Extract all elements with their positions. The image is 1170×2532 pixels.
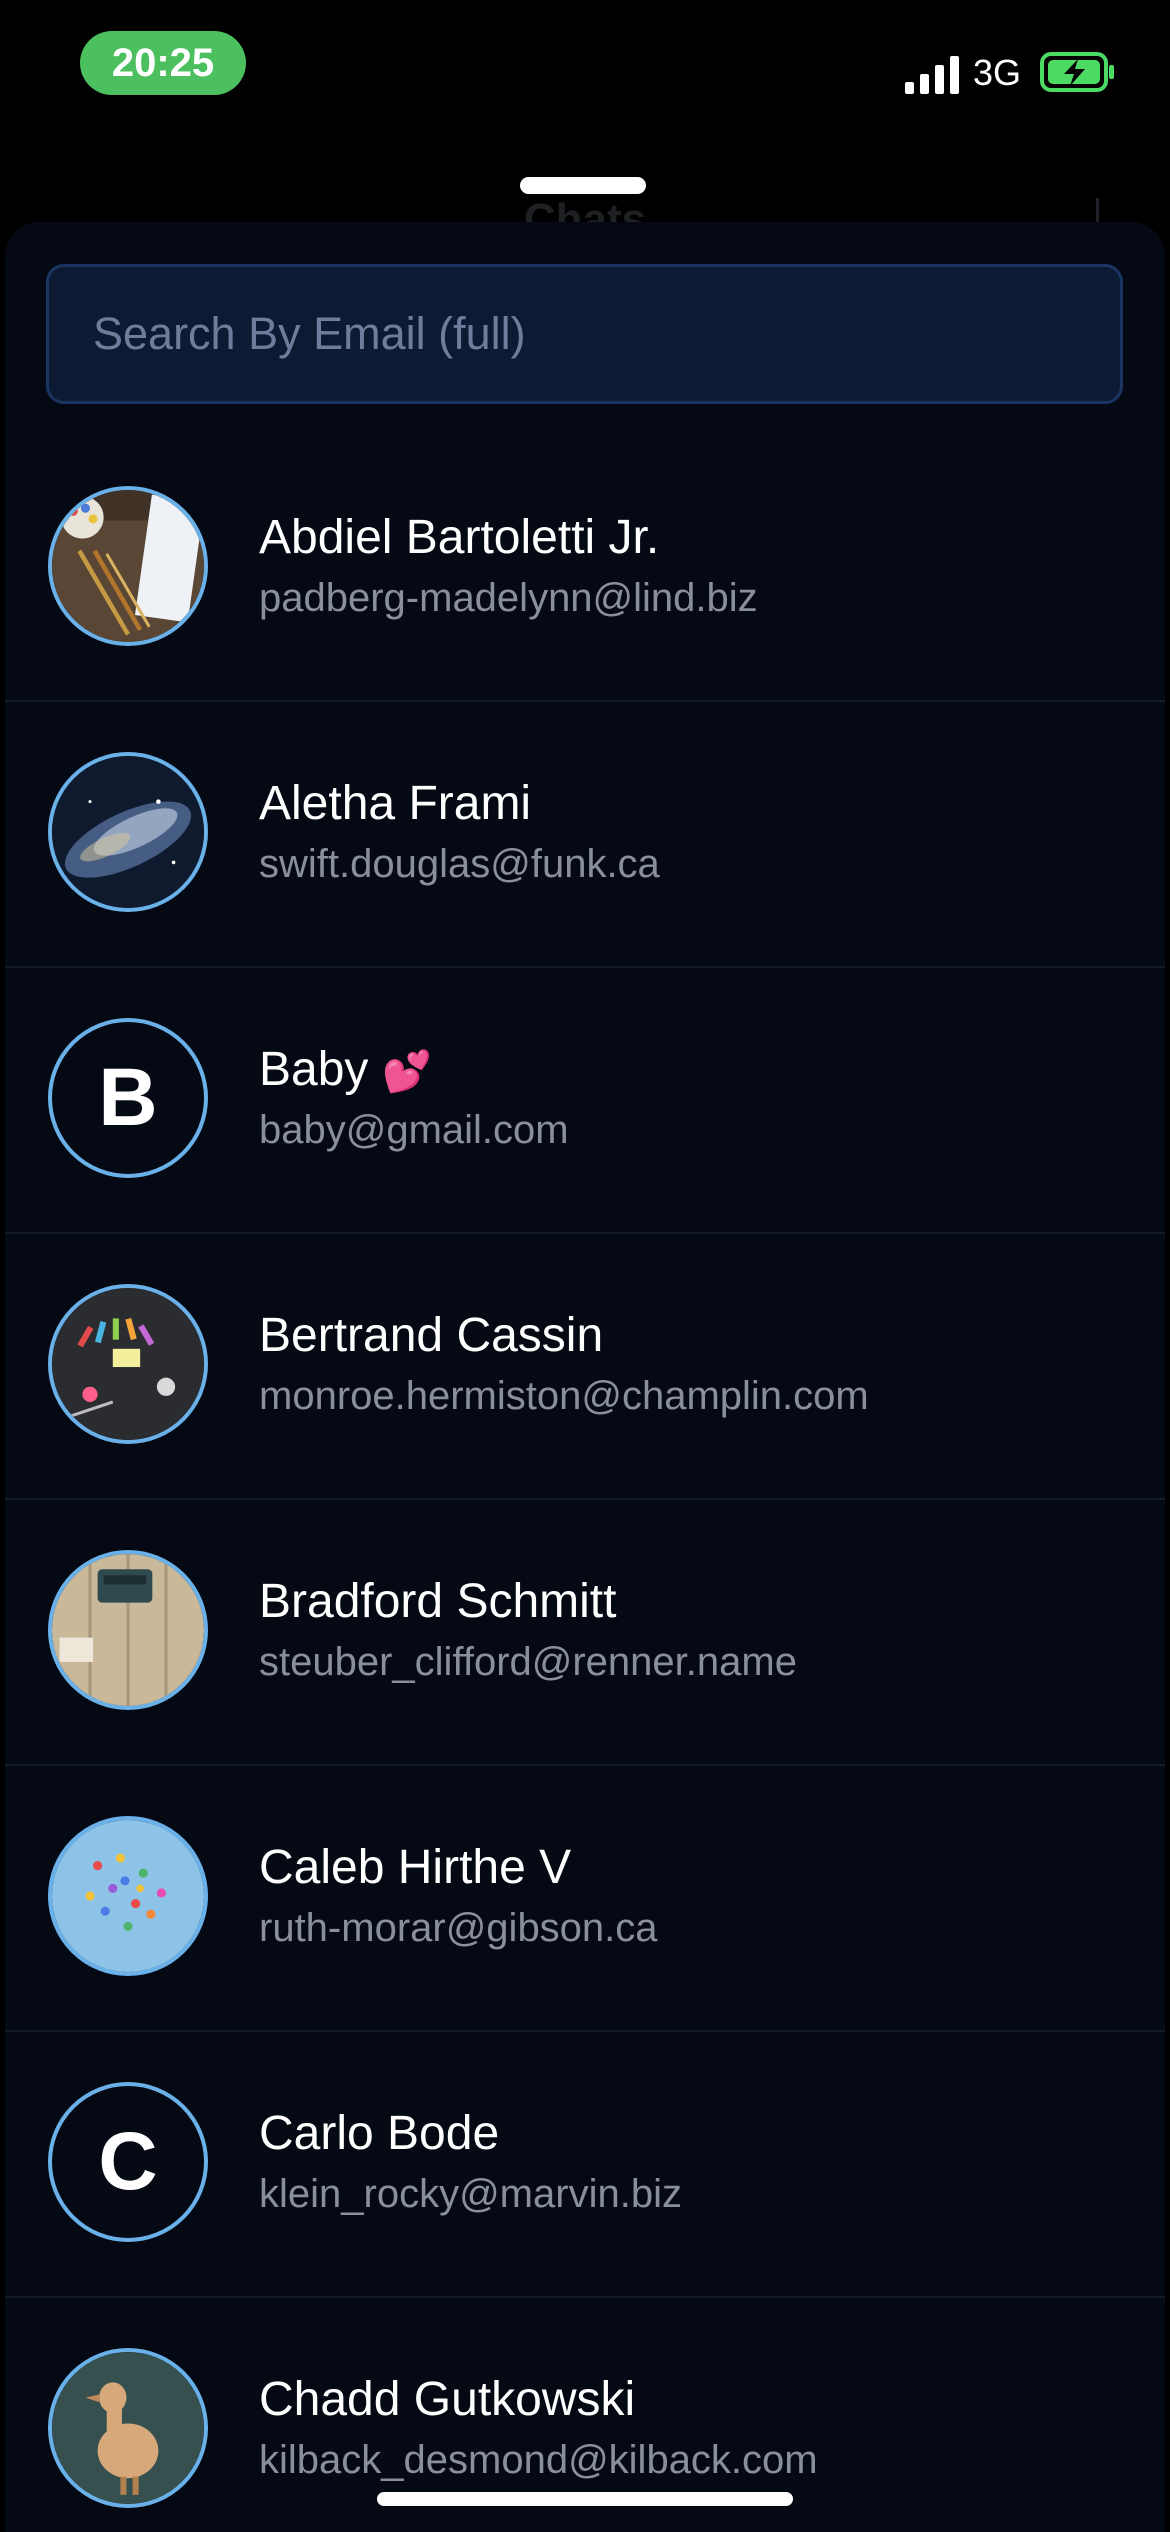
contact-name-text: Baby [259, 1043, 369, 1096]
contact-email: baby@gmail.com [259, 1108, 569, 1152]
contact-email: kilback_desmond@kilback.com [259, 2438, 818, 2482]
avatar-initial-letter: C [98, 2116, 158, 2207]
signal-bars-icon [905, 56, 959, 94]
status-bar: 20:25 3G [0, 0, 1170, 130]
search-placeholder: Search By Email (full) [93, 308, 526, 359]
contact-name: Caleb Hirthe V [259, 1841, 572, 1894]
avatar [48, 1550, 208, 1710]
sheet-grabber-handle[interactable] [520, 177, 646, 194]
contact-email: monroe.hermiston@champlin.com [259, 1374, 869, 1418]
two-hearts-emoji: 💕 [382, 1050, 433, 1094]
contact-row[interactable]: Bradford Schmitt steuber_clifford@renner… [5, 1500, 1165, 1766]
contact-name: Bertrand Cassin [259, 1309, 604, 1362]
typewriter-photo [52, 1554, 204, 1706]
contact-email: ruth-morar@gibson.ca [259, 1906, 658, 1950]
avatar-initial: B [48, 1018, 208, 1178]
contact-name: Baby 💕 [259, 1042, 432, 1097]
confetti-photo [52, 1820, 204, 1972]
avatar [48, 486, 208, 646]
contact-name: Chadd Gutkowski [259, 2373, 636, 2426]
avatar [48, 752, 208, 912]
contact-row[interactable]: B Baby 💕 baby@gmail.com [5, 968, 1165, 1234]
search-by-email-input[interactable]: Search By Email (full) [46, 264, 1123, 404]
contact-name: Bradford Schmitt [259, 1575, 617, 1628]
contact-row[interactable]: Aletha Frami swift.douglas@funk.ca [5, 702, 1165, 968]
contact-email: swift.douglas@funk.ca [259, 842, 660, 886]
galaxy-photo [52, 756, 204, 908]
desk-tools-photo [52, 1288, 204, 1440]
contact-email: klein_rocky@marvin.biz [259, 2172, 682, 2216]
contact-name: Carlo Bode [259, 2107, 500, 2160]
contact-name: Abdiel Bartoletti Jr. [259, 511, 660, 564]
avatar [48, 2348, 208, 2508]
contact-email: steuber_clifford@renner.name [259, 1640, 797, 1684]
art-supplies-photo [52, 490, 204, 642]
status-time: 20:25 [80, 31, 246, 95]
contact-picker-sheet: Search By Email (full) Abdiel Bartoletti… [5, 222, 1165, 2532]
contact-list: Abdiel Bartoletti Jr. padberg-madelynn@l… [5, 436, 1165, 2532]
battery-charging-icon [1040, 52, 1114, 92]
contact-row[interactable]: C Carlo Bode klein_rocky@marvin.biz [5, 2032, 1165, 2298]
avatar-initial-letter: B [98, 1052, 158, 1143]
avatar-initial: C [48, 2082, 208, 2242]
wooden-duck-photo [52, 2352, 204, 2504]
contact-row[interactable]: Caleb Hirthe V ruth-morar@gibson.ca [5, 1766, 1165, 2032]
contact-row[interactable]: Bertrand Cassin monroe.hermiston@champli… [5, 1234, 1165, 1500]
contact-row[interactable]: Abdiel Bartoletti Jr. padberg-madelynn@l… [5, 436, 1165, 702]
network-type-label: 3G [973, 52, 1022, 93]
avatar [48, 1816, 208, 1976]
home-indicator[interactable] [377, 2492, 793, 2506]
contact-email: padberg-madelynn@lind.biz [259, 576, 758, 620]
contact-name: Aletha Frami [259, 777, 532, 830]
avatar [48, 1284, 208, 1444]
